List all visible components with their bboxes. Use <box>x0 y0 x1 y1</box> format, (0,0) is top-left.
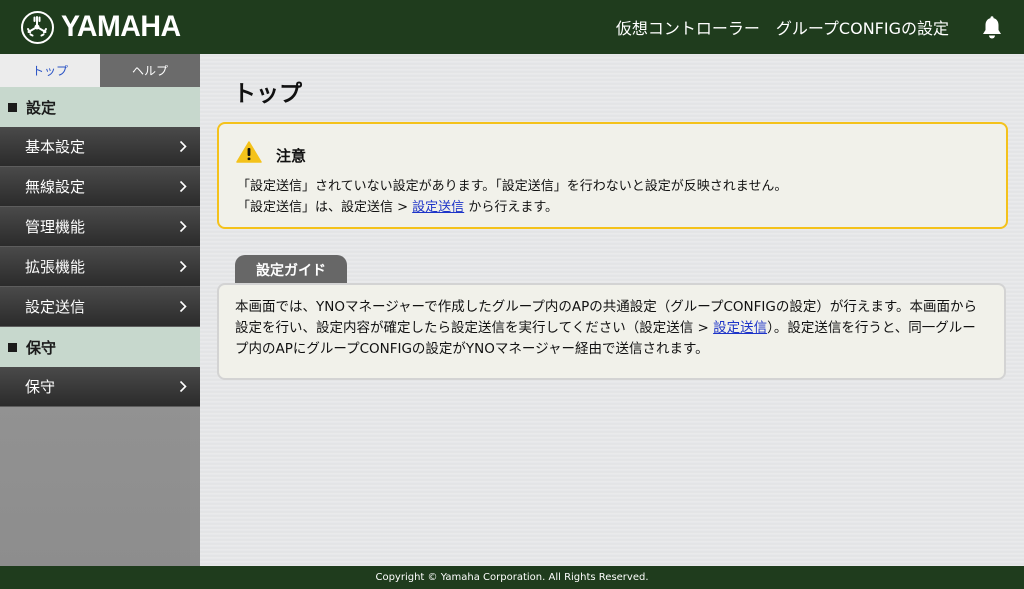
sidebar: トップ ヘルプ 設定 基本設定 無線設定 管理機能 拡張機能 設定送信 保守 保… <box>0 54 200 566</box>
sidebar-item-wireless-settings[interactable]: 無線設定 <box>0 167 200 207</box>
sidebar-item-label: 管理機能 <box>25 218 86 236</box>
chevron-right-icon <box>179 220 187 233</box>
header-title-controller: 仮想コントローラー <box>615 19 760 38</box>
chevron-right-icon <box>179 380 187 393</box>
square-bullet-icon <box>8 342 17 352</box>
sidebar-item-label: 設定送信 <box>25 298 86 316</box>
warning-notice: 注意 「設定送信」されていない設定があります。「設定送信」を行わないと設定が反映… <box>217 122 1008 229</box>
page-title: トップ <box>233 81 302 107</box>
section-maintenance: 保守 <box>0 327 200 367</box>
notice-title: 注意 <box>276 147 307 165</box>
tuning-forks-icon <box>21 10 54 44</box>
guide-send-settings-link[interactable]: 設定送信 <box>713 320 767 336</box>
send-settings-link[interactable]: 設定送信 <box>412 200 464 215</box>
section-maintenance-label: 保守 <box>26 338 57 357</box>
sidebar-item-send-settings[interactable]: 設定送信 <box>0 287 200 327</box>
notice-instructions-prefix: 「設定送信」は、設定送信 > <box>237 200 413 215</box>
chevron-right-icon <box>179 140 187 153</box>
sidebar-item-basic-settings[interactable]: 基本設定 <box>0 127 200 167</box>
tab-help[interactable]: ヘルプ <box>100 54 200 87</box>
sidebar-item-maintenance[interactable]: 保守 <box>0 367 200 407</box>
sidebar-item-label: 保守 <box>25 378 56 396</box>
sidebar-item-management[interactable]: 管理機能 <box>0 207 200 247</box>
chevron-right-icon <box>179 260 187 273</box>
top-header: YAMAHA 仮想コントローラー グループCONFIGの設定 <box>0 0 1024 54</box>
notice-message: 「設定送信」されていない設定があります。「設定送信」を行わないと設定が反映されま… <box>237 179 788 194</box>
footer: Copyright © Yamaha Corporation. All Righ… <box>0 566 1024 589</box>
sidebar-item-label: 拡張機能 <box>25 258 86 276</box>
brand-name: YAMAHA <box>61 10 181 43</box>
main-content: トップ 注意 「設定送信」されていない設定があります。「設定送信」を行わないと設… <box>200 54 1024 566</box>
sidebar-item-label: 基本設定 <box>25 138 86 156</box>
sidebar-item-label: 無線設定 <box>25 178 86 196</box>
tab-top[interactable]: トップ <box>0 54 100 87</box>
warning-icon <box>236 141 262 163</box>
section-settings-label: 設定 <box>26 98 57 117</box>
guide-box: 本画面では、YNOマネージャーで作成したグループ内のAPの共通設定（グループCO… <box>217 283 1006 380</box>
bell-icon[interactable] <box>981 16 1003 40</box>
notice-instructions: 「設定送信」は、設定送信 > 設定送信 から行えます。 <box>237 196 558 215</box>
notice-instructions-suffix: から行えます。 <box>464 200 559 215</box>
section-settings: 設定 <box>0 87 200 127</box>
copyright-text: Copyright © Yamaha Corporation. All Righ… <box>375 572 649 583</box>
header-title: 仮想コントローラー グループCONFIGの設定 <box>616 15 949 39</box>
sidebar-tabs: トップ ヘルプ <box>0 54 200 87</box>
chevron-right-icon <box>179 180 187 193</box>
yamaha-logo[interactable]: YAMAHA <box>21 10 187 44</box>
chevron-right-icon <box>179 300 187 313</box>
square-bullet-icon <box>8 102 17 112</box>
sidebar-item-extensions[interactable]: 拡張機能 <box>0 247 200 287</box>
guide-tab: 設定ガイド <box>235 255 347 285</box>
header-title-group-config: グループCONFIGの設定 <box>775 19 949 38</box>
